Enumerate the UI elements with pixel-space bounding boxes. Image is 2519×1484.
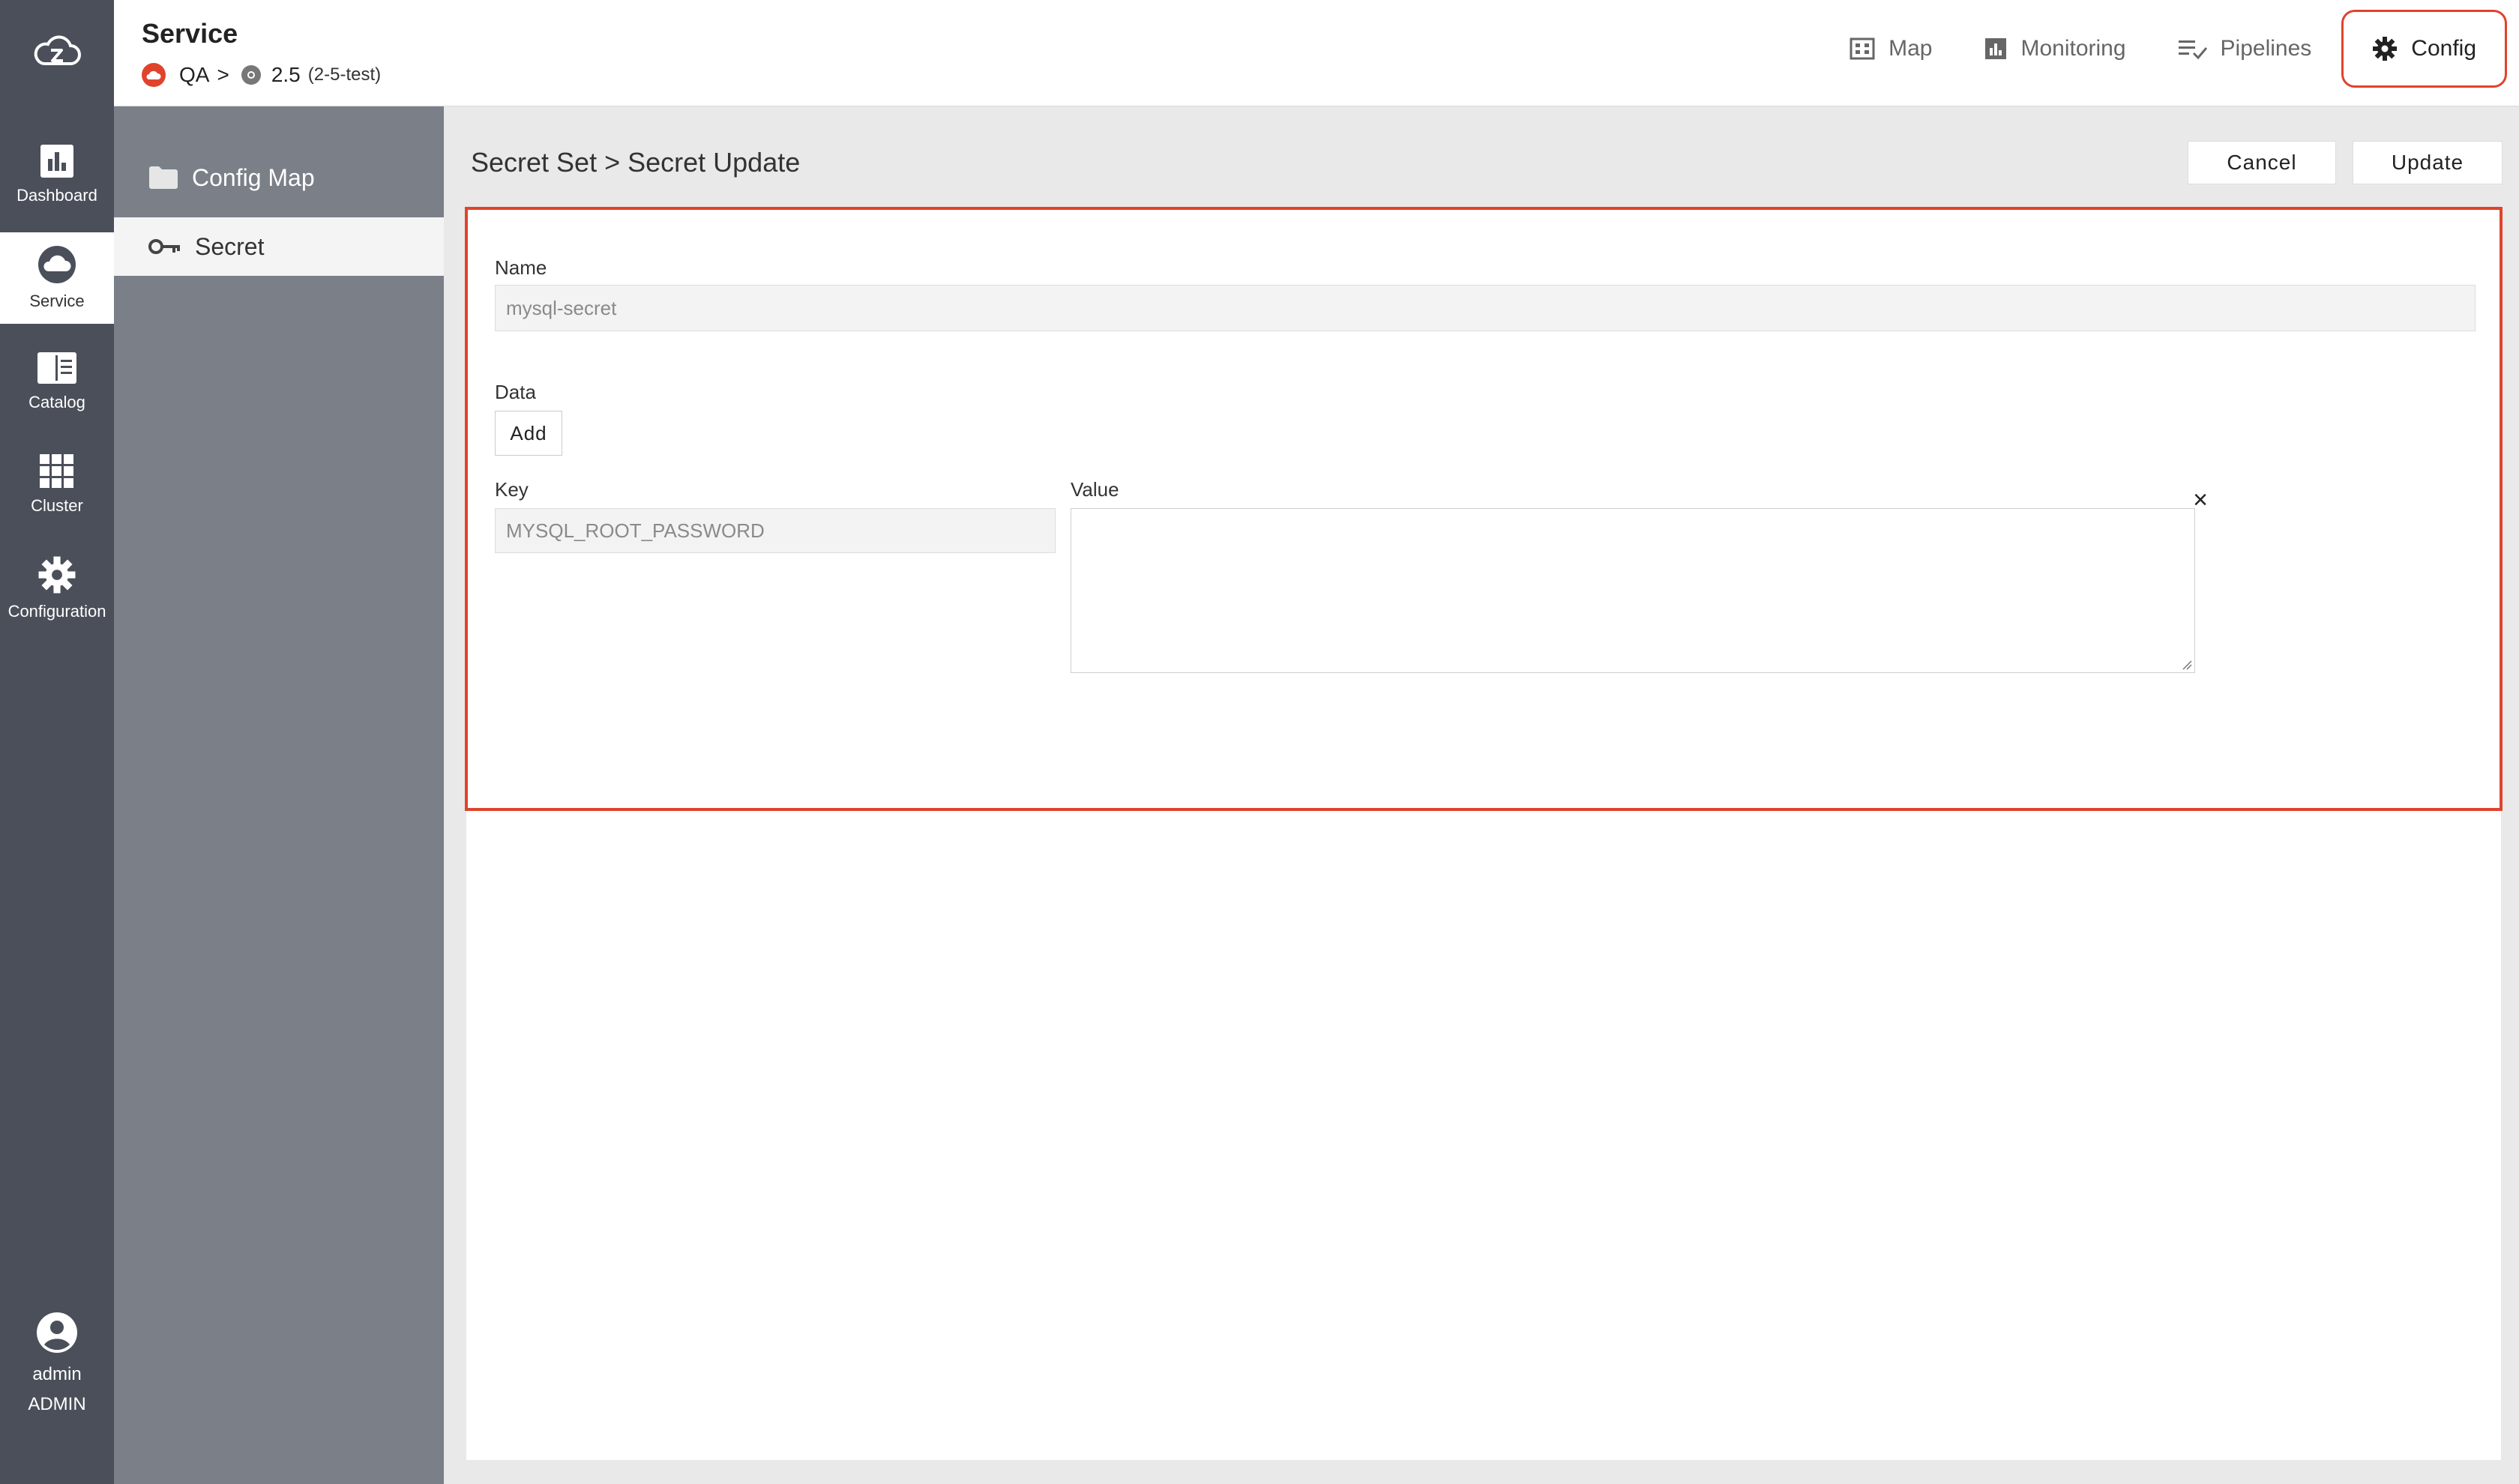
key-field[interactable]: MYSQL_ROOT_PASSWORD [495,508,1056,553]
rail-item-configuration[interactable]: Configuration [0,543,114,634]
catalog-icon [37,352,76,384]
gear-icon [2373,37,2398,61]
subnav-item-secret[interactable]: Secret [114,217,444,276]
rail-item-service[interactable]: Service [0,232,114,324]
breadcrumb-version-tag: (2-5-test) [307,64,382,85]
app-logo[interactable] [0,0,114,106]
subnav-item-label: Secret [195,232,265,260]
value-textarea[interactable] [1071,508,2195,673]
user-avatar-icon [37,1312,77,1353]
value-label: Value [1071,478,1119,501]
user-role: ADMIN [28,1394,86,1414]
rail-item-label: Catalog [28,393,85,411]
user-menu[interactable]: admin ADMIN [0,1304,114,1484]
tab-monitoring[interactable]: Monitoring [1984,11,2126,86]
data-label: Data [495,381,536,403]
tab-pipelines-label: Pipelines [2220,36,2312,61]
tab-map-label: Map [1889,36,1933,61]
tab-config[interactable]: Config [2341,10,2507,88]
config-subnav: Config Map Secret [114,106,444,1484]
key-label: Key [495,478,529,501]
left-rail: Dashboard Service Catalog Cluster Config… [0,106,114,1484]
update-button[interactable]: Update [2353,141,2503,184]
breadcrumb-project[interactable]: QA [179,63,209,87]
name-label: Name [495,256,547,279]
rail-item-label: Configuration [7,602,106,621]
bar-chart-icon [40,145,73,178]
tab-pipelines[interactable]: Pipelines [2178,11,2312,86]
folder-icon [149,166,178,189]
breadcrumb-version[interactable]: 2.5 [271,63,301,87]
tab-config-label: Config [2411,36,2476,61]
key-icon [148,239,180,254]
map-icon [1850,37,1875,60]
tab-map[interactable]: Map [1850,11,1932,86]
page-title: Service [142,18,238,49]
cloud-status-icon [142,63,166,87]
cancel-button[interactable]: Cancel [2188,141,2336,184]
breadcrumb: QA > 2.5 (2-5-test) [142,63,381,87]
resize-handle-icon[interactable] [2182,660,2192,670]
remove-entry-button[interactable]: × [2188,486,2213,514]
tab-monitoring-label: Monitoring [2020,36,2126,61]
gear-icon [38,556,76,594]
grid-icon [40,454,73,488]
rail-item-dashboard[interactable]: Dashboard [0,129,114,220]
name-field[interactable]: mysql-secret [495,285,2476,331]
subnav-item-config-map[interactable]: Config Map [114,148,444,207]
cloud-icon [38,246,76,283]
rail-item-catalog[interactable]: Catalog [0,336,114,427]
subnav-item-label: Config Map [192,163,315,191]
rail-item-cluster[interactable]: Cluster [0,439,114,531]
breadcrumb-separator: > [217,63,229,86]
top-bar: Service QA > 2.5 (2-5-test) Map Monitori [0,0,2519,106]
checklist-icon [2178,40,2207,59]
add-data-button[interactable]: Add [495,411,562,456]
user-name: admin [32,1364,82,1384]
top-nav-tabs: Map Monitoring Pipelines Config [1797,0,2519,97]
rail-item-label: Dashboard [16,186,97,205]
rail-item-label: Cluster [31,496,83,515]
logo-icon [34,35,81,65]
secret-update-heading: Secret Set > Secret Update [471,147,801,178]
bar-chart-icon [1985,38,2007,59]
rail-item-label: Service [29,292,85,310]
version-icon [241,65,261,85]
